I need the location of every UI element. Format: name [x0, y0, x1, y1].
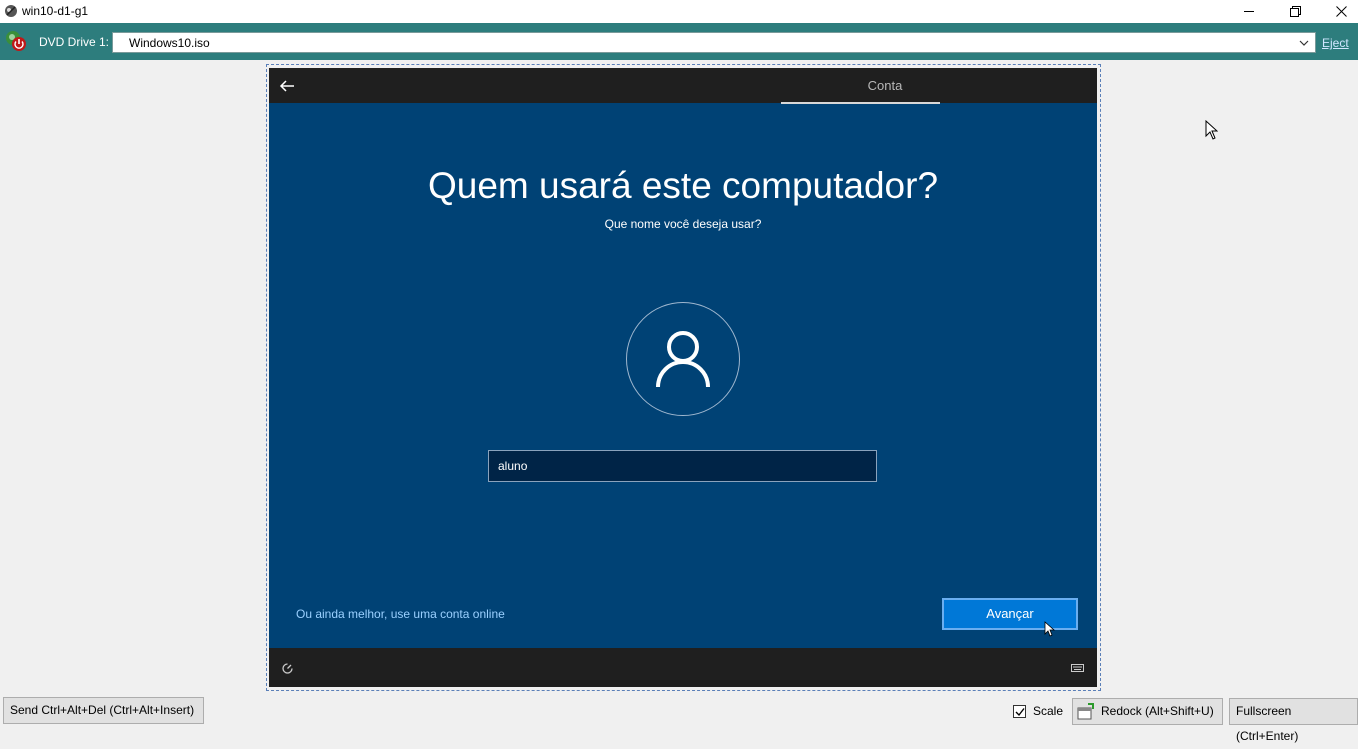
send-ctrl-alt-del-button[interactable]: Send Ctrl+Alt+Del (Ctrl+Alt+Insert) [3, 697, 204, 724]
keyboard-icon[interactable] [1071, 664, 1084, 672]
oobe-top-bar: Conta [269, 68, 1097, 104]
redock-icon [1077, 703, 1094, 720]
scale-label: Scale [1033, 704, 1064, 718]
next-button[interactable]: Avançar [942, 598, 1078, 630]
ease-of-access-icon[interactable] [281, 662, 294, 675]
pointer-cursor-icon [1205, 120, 1218, 140]
online-account-link[interactable]: Ou ainda melhor, use uma conta online [296, 607, 505, 621]
dvd-toolbar: DVD Drive 1: Windows10.iso Eject [0, 23, 1358, 60]
restore-button[interactable] [1272, 0, 1318, 23]
username-input[interactable]: aluno [488, 450, 877, 482]
dvd-drive-label: DVD Drive 1: [39, 35, 110, 49]
redock-label: Redock (Alt+Shift+U) [1101, 704, 1214, 718]
scale-checkbox[interactable] [1013, 704, 1026, 718]
close-icon [1335, 6, 1347, 17]
page-title: Quem usará este computador? [427, 165, 939, 206]
step-label: Conta [867, 78, 903, 93]
checkmark-icon [1015, 707, 1025, 716]
dvd-image-select[interactable]: Windows10.iso [112, 32, 1316, 53]
window-title: win10-d1-g1 [22, 4, 89, 18]
app-icon [5, 5, 17, 17]
step-indicator [781, 102, 940, 104]
redock-button[interactable]: Redock (Alt+Shift+U) [1072, 698, 1223, 725]
chevron-down-icon [1299, 40, 1309, 46]
fullscreen-button[interactable]: Fullscreen (Ctrl+Enter) [1229, 698, 1358, 743]
user-icon [656, 331, 710, 388]
minimize-button[interactable] [1226, 0, 1272, 23]
close-button[interactable] [1318, 0, 1358, 23]
avatar [626, 302, 740, 416]
dvd-image-value: Windows10.iso [129, 36, 210, 50]
scale-checkbox-group[interactable]: Scale [1013, 702, 1063, 720]
vm-display[interactable]: Conta Quem usará este computador? Que no… [269, 68, 1097, 687]
back-arrow-icon[interactable] [279, 78, 295, 94]
minimize-icon [1243, 11, 1254, 12]
title-bar: win10-d1-g1 [0, 0, 1358, 23]
page-subtitle: Que nome você deseja usar? [604, 217, 762, 231]
oobe-bottom-bar [269, 648, 1097, 687]
restore-icon [1289, 6, 1301, 17]
vm-power-icon[interactable] [4, 29, 28, 53]
eject-link[interactable]: Eject [1322, 36, 1349, 50]
mouse-cursor-icon [1044, 621, 1056, 637]
